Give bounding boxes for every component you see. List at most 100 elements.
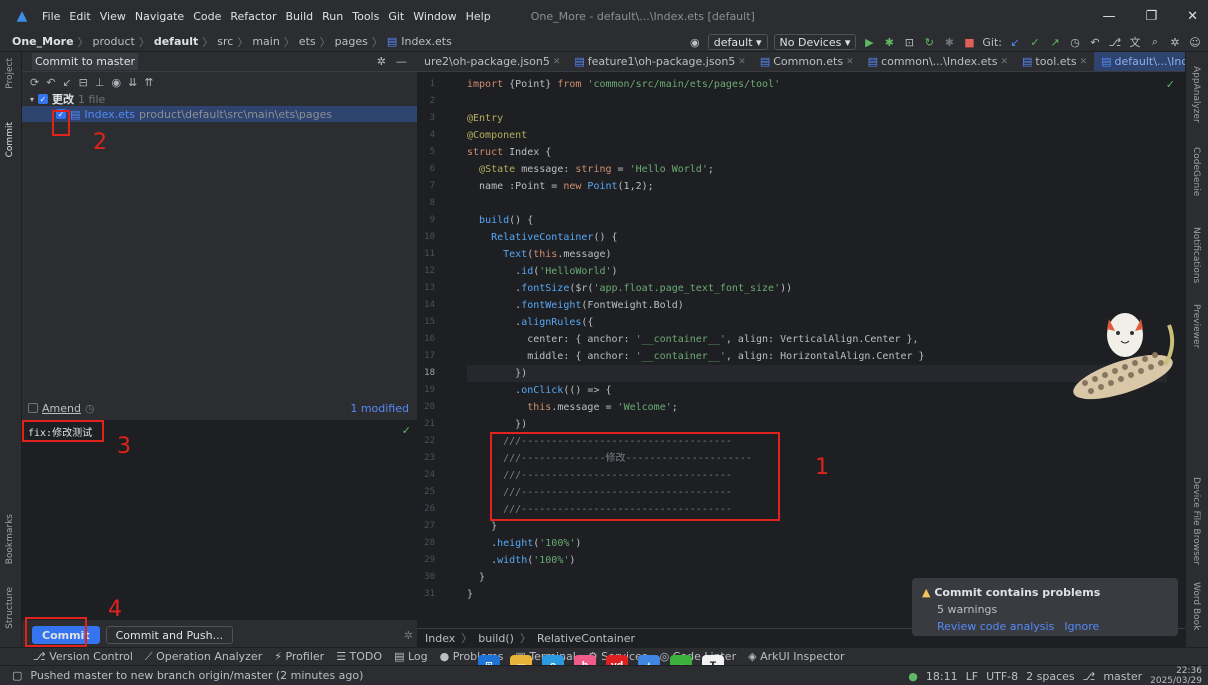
collapse-all-icon[interactable]: ⇈ [144, 76, 153, 89]
menu-git[interactable]: Git [388, 10, 404, 23]
history-icon[interactable]: ◷ [85, 402, 95, 415]
menu-help[interactable]: Help [466, 10, 491, 23]
editor-tab[interactable]: ▤default\...\Index.ets✕ [1094, 52, 1185, 71]
menu-navigate[interactable]: Navigate [135, 10, 184, 23]
word-book-tool-tab[interactable]: Word Book [1191, 582, 1201, 630]
breadcrumb-item[interactable]: One_More [12, 35, 74, 48]
editor-tab[interactable]: ▤ tool.ets ✕ [1015, 52, 1094, 71]
editor-tab[interactable]: ▤ Common.ets ✕ [753, 52, 861, 71]
git-push-icon[interactable]: ↗ [1048, 36, 1062, 49]
run-config-dropdown[interactable]: default ▾ [707, 34, 768, 50]
translate-icon[interactable]: 文 [1128, 34, 1142, 50]
device-file-browser-tool-tab[interactable]: Device File Browser [1191, 477, 1201, 565]
git-rollback-icon[interactable]: ↶ [1088, 36, 1102, 49]
code-content[interactable]: import {Point} from 'common/src/main/ets… [467, 76, 1167, 603]
commit-and-push-button[interactable]: Commit and Push... [105, 626, 234, 644]
git-branch[interactable]: master [1103, 670, 1142, 683]
menu-code[interactable]: Code [193, 10, 221, 23]
diff-icon[interactable]: ⊟ [79, 76, 88, 89]
code-line[interactable]: Text(this.message) [467, 246, 1167, 263]
code-line[interactable]: }) [467, 365, 1167, 382]
code-line[interactable]: }) [467, 416, 1167, 433]
code-line[interactable]: .alignRules({ [467, 314, 1167, 331]
code-line[interactable]: build() { [467, 212, 1167, 229]
git-history-icon[interactable]: ◷ [1068, 36, 1082, 49]
commit-message-field[interactable]: fix:修改测试 ✓ [22, 420, 417, 620]
menu-refactor[interactable]: Refactor [230, 10, 276, 23]
code-line[interactable]: struct Index { [467, 144, 1167, 161]
codegenie-tool-tab[interactable]: CodeGenie [1191, 147, 1201, 196]
target-icon[interactable]: ◉ [688, 36, 702, 49]
editor-breadcrumb-item[interactable]: RelativeContainer [537, 632, 635, 645]
breadcrumb-item[interactable]: Index.ets [401, 35, 452, 48]
previewer-tool-tab[interactable]: Previewer [1191, 304, 1201, 348]
code-line[interactable] [467, 93, 1167, 110]
code-line[interactable]: name :Point = new Point(1,2); [467, 178, 1167, 195]
settings-gear-icon[interactable]: ✲ [1168, 36, 1182, 49]
status-message[interactable]: Pushed master to new branch origin/maste… [30, 669, 363, 682]
close-tab-icon[interactable]: ✕ [553, 57, 561, 67]
refresh-icon[interactable]: ⟳ [30, 76, 39, 89]
status-panel-icon[interactable]: ▢ [12, 669, 22, 682]
editor-tab[interactable]: ▤ common\...\Index.ets ✕ [861, 52, 1015, 71]
run-icon[interactable]: ▶ [862, 36, 876, 49]
editor-breadcrumb-item[interactable]: Index [425, 632, 455, 645]
close-tab-icon[interactable]: ✕ [1080, 57, 1088, 67]
menu-run[interactable]: Run [322, 10, 343, 23]
changed-file-row[interactable]: ✓ ▤ Index.ets product\default\src\main\e… [22, 106, 417, 122]
code-line[interactable]: .height('100%') [467, 535, 1167, 552]
code-line[interactable]: RelativeContainer() { [467, 229, 1167, 246]
chevron-down-icon[interactable]: ▾ [30, 95, 34, 104]
menu-tools[interactable]: Tools [352, 10, 379, 23]
breadcrumb-item[interactable]: product [93, 35, 135, 48]
update-icon[interactable]: ↙ [62, 76, 71, 89]
close-icon[interactable]: ✕ [1187, 9, 1198, 24]
inspection-ok-icon[interactable]: ✓ [1166, 78, 1175, 91]
attach-debugger-icon[interactable]: ✱ [942, 36, 956, 49]
debug-icon[interactable]: ✱ [882, 36, 896, 49]
appanalyzer-tool-tab[interactable]: AppAnalyzer [1191, 66, 1201, 123]
amend-label[interactable]: Amend [42, 402, 81, 415]
menu-window[interactable]: Window [413, 10, 456, 23]
code-line[interactable]: this.message = 'Welcome'; [467, 399, 1167, 416]
tool-window-todo[interactable]: ☰ TODO [336, 650, 382, 663]
code-line[interactable]: .onClick(() => { [467, 382, 1167, 399]
restore-icon[interactable]: ❐ [1145, 9, 1157, 24]
tool-window-version-control[interactable]: ⎇ Version Control [33, 650, 133, 663]
close-tab-icon[interactable]: ✕ [1000, 57, 1008, 67]
changes-group-row[interactable]: ▾ ✓ 更改 1 file [22, 92, 417, 107]
file-encoding[interactable]: UTF-8 [986, 670, 1018, 683]
commit-settings-icon[interactable]: ✲ [404, 629, 413, 642]
breadcrumb-item[interactable]: default [154, 35, 198, 48]
editor-tab[interactable]: ▤ feature1\oh-package.json5 ✕ [567, 52, 752, 71]
view-options-icon[interactable]: ◉ [111, 76, 121, 89]
expand-all-icon[interactable]: ⇊ [128, 76, 137, 89]
code-line[interactable]: .fontWeight(FontWeight.Bold) [467, 297, 1167, 314]
git-update-icon[interactable]: ↙ [1008, 36, 1022, 49]
notifications-tool-tab[interactable]: Notifications [1191, 227, 1201, 283]
code-line[interactable]: @State message: string = 'Hello World'; [467, 161, 1167, 178]
line-separator[interactable]: LF [966, 670, 978, 683]
stop-icon[interactable]: ■ [962, 36, 976, 49]
indent-setting[interactable]: 2 spaces [1026, 670, 1075, 683]
code-line[interactable]: import {Point} from 'common/src/main/ets… [467, 76, 1167, 93]
restart-icon[interactable]: ↻ [922, 36, 936, 49]
close-tab-icon[interactable]: ✕ [738, 57, 746, 67]
breadcrumb-item[interactable]: pages [335, 35, 368, 48]
device-dropdown[interactable]: No Devices ▾ [773, 34, 857, 50]
code-line[interactable]: @Component [467, 127, 1167, 144]
code-line[interactable]: .fontSize($r('app.float.page_text_font_s… [467, 280, 1167, 297]
structure-tool-tab[interactable]: Structure [5, 587, 15, 629]
menu-view[interactable]: View [100, 10, 126, 23]
search-icon[interactable]: ⌕ [1148, 35, 1162, 49]
git-commit-icon[interactable]: ✓ [1028, 36, 1042, 49]
close-tab-icon[interactable]: ✕ [846, 57, 854, 67]
caret-position[interactable]: 18:11 [926, 670, 958, 683]
ignore-link[interactable]: Ignore [1064, 620, 1099, 633]
editor-breadcrumb-item[interactable]: build() [478, 632, 514, 645]
code-line[interactable] [467, 195, 1167, 212]
shelve-icon[interactable]: ⊥ [95, 76, 105, 89]
code-line[interactable]: center: { anchor: '__container__', align… [467, 331, 1167, 348]
editor-tab[interactable]: ure2\oh-package.json5 ✕ [417, 52, 567, 71]
rollback-icon[interactable]: ↶ [46, 76, 55, 89]
